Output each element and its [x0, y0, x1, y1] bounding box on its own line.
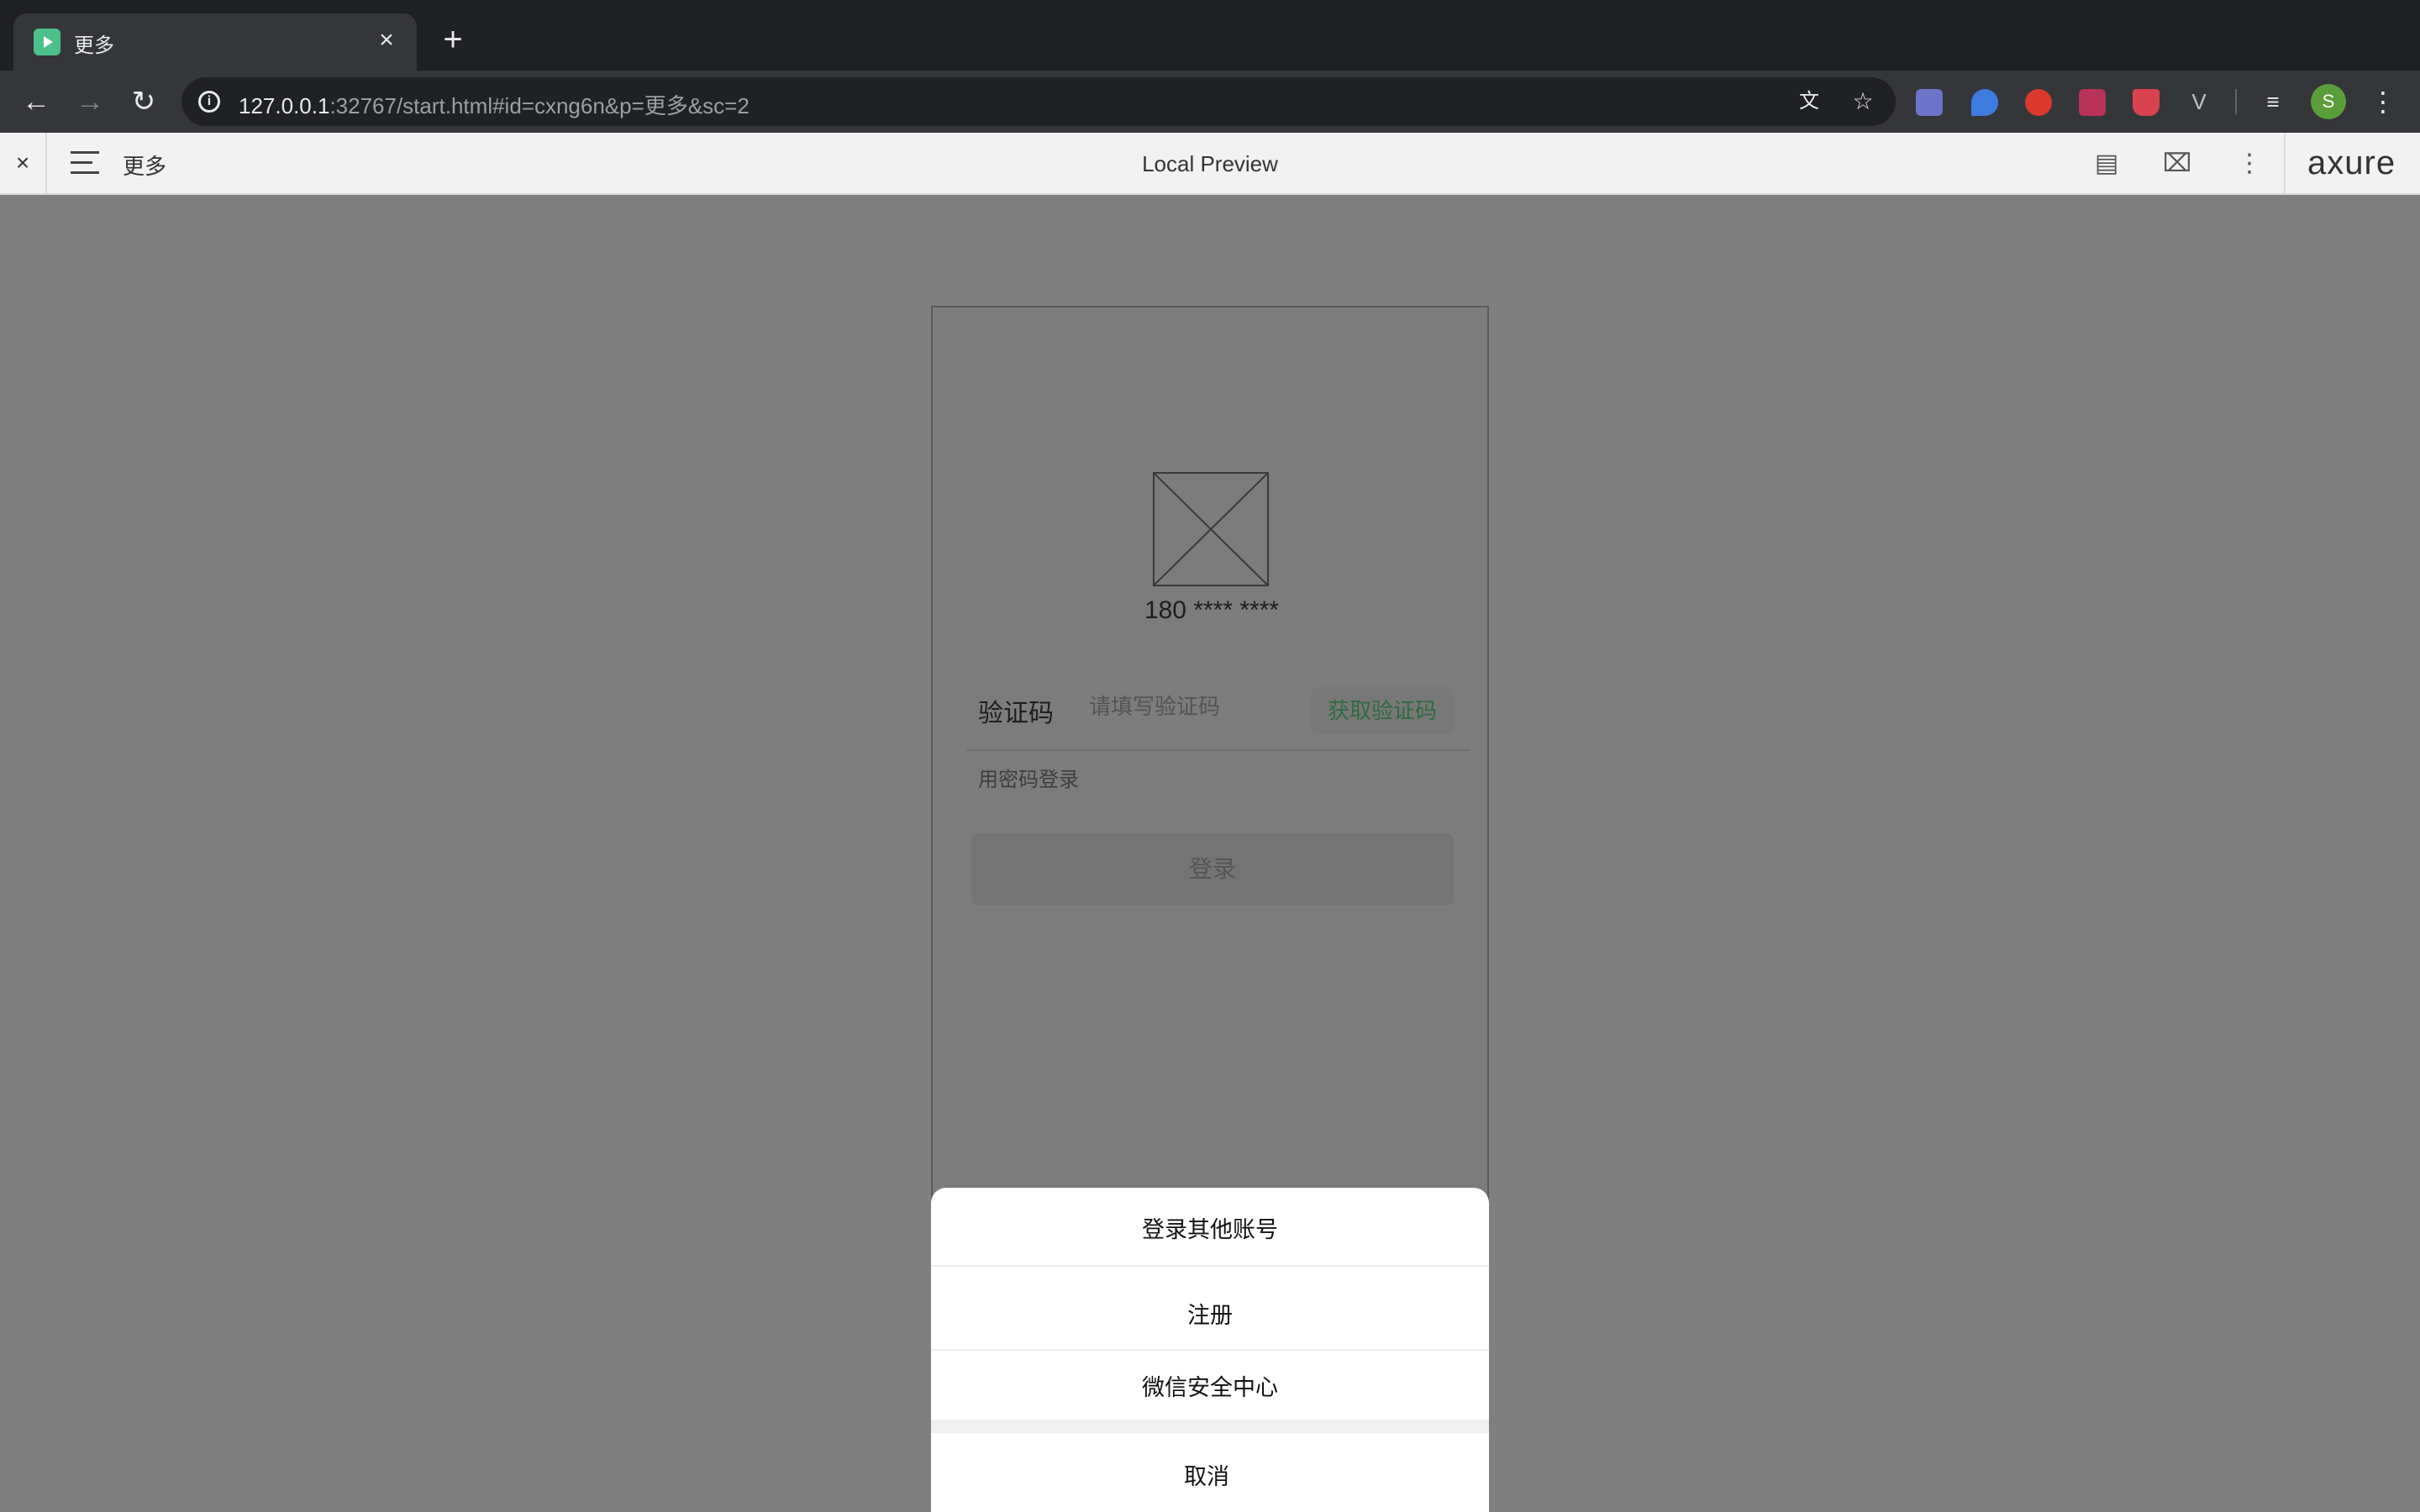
verification-code-label: 验证码 [978, 700, 1054, 727]
register-option[interactable]: 注册 [931, 1297, 1489, 1330]
variables-icon[interactable]: ⌧ [2161, 148, 2193, 180]
url-path: :32767/start.html#id=cxng6n&p=更多&sc=2 [329, 93, 750, 118]
axure-favicon-icon [34, 29, 60, 55]
profile-avatar[interactable]: S [2311, 84, 2346, 119]
toolbar-separator [2235, 89, 2237, 114]
code-field-divider [966, 749, 1470, 751]
sheet-separator [931, 1349, 1489, 1351]
extension-hand-icon[interactable] [2025, 89, 2052, 116]
url-text[interactable]: 127.0.0.1:32767/start.html#id=cxng6n&p=更… [239, 89, 750, 120]
media-queue-icon[interactable]: ≡ [2259, 87, 2287, 116]
masked-phone-number: 180 **** **** [1144, 596, 1280, 624]
browser-toolbar: ← → ↻ i 127.0.0.1:32767/start.html#id=cx… [0, 71, 2420, 133]
cancel-option[interactable]: 取消 [931, 1458, 1482, 1491]
reload-icon[interactable]: ↻ [124, 82, 163, 121]
sheet-separator [931, 1265, 1489, 1267]
site-info-icon[interactable]: i [198, 91, 220, 113]
browser-tab[interactable]: 更多 × [13, 13, 417, 71]
avatar-placeholder-icon [1153, 472, 1269, 586]
sheet-gap [931, 1420, 1489, 1433]
more-options-icon[interactable]: ⋮ [2233, 148, 2265, 180]
back-icon[interactable]: ← [17, 82, 55, 121]
extension-window-icon[interactable] [1916, 89, 1943, 116]
extension-pocket-icon[interactable] [2133, 89, 2160, 116]
hamburger-menu-icon[interactable] [71, 151, 99, 175]
translate-icon[interactable]: 文 [1795, 87, 1823, 116]
action-sheet: 登录其他账号 注册 微信安全中心 取消 [931, 1188, 1489, 1512]
header-divider [2284, 133, 2286, 193]
tab-title: 更多 [74, 34, 114, 57]
page-name: 更多 [123, 154, 167, 179]
close-sidebar-icon[interactable]: × [0, 133, 47, 193]
forward-icon[interactable]: → [71, 82, 109, 121]
bookmark-star-icon[interactable]: ☆ [1849, 87, 1877, 116]
extension-n-icon[interactable] [2079, 89, 2106, 116]
url-host: 127.0.0.1 [239, 93, 330, 118]
axure-header: × 更多 Local Preview ▤ ⌧ ⋮ axure [0, 133, 2420, 195]
password-login-link[interactable]: 用密码登录 [978, 763, 1079, 792]
verification-code-input[interactable] [1089, 687, 1291, 726]
login-other-account-option[interactable]: 登录其他账号 [931, 1211, 1489, 1244]
preview-title: Local Preview [1142, 151, 1278, 176]
new-tab-icon[interactable]: + [434, 20, 472, 59]
extension-diamond-icon[interactable] [1971, 89, 1998, 116]
axure-logo: axure [2307, 144, 2396, 181]
wechat-security-center-option[interactable]: 微信安全中心 [931, 1369, 1489, 1402]
notes-icon[interactable]: ▤ [2091, 148, 2123, 180]
address-bar[interactable]: i 127.0.0.1:32767/start.html#id=cxng6n&p… [182, 77, 1896, 126]
browser-tabbar: 更多 × + [0, 0, 2420, 71]
extension-v-icon[interactable]: V [2185, 87, 2213, 116]
tab-close-icon[interactable]: × [371, 25, 402, 55]
login-button[interactable]: 登录 [971, 833, 1454, 906]
get-code-button[interactable]: 获取验证码 [1311, 687, 1454, 734]
browser-menu-icon[interactable]: ⋮ [2368, 82, 2398, 121]
